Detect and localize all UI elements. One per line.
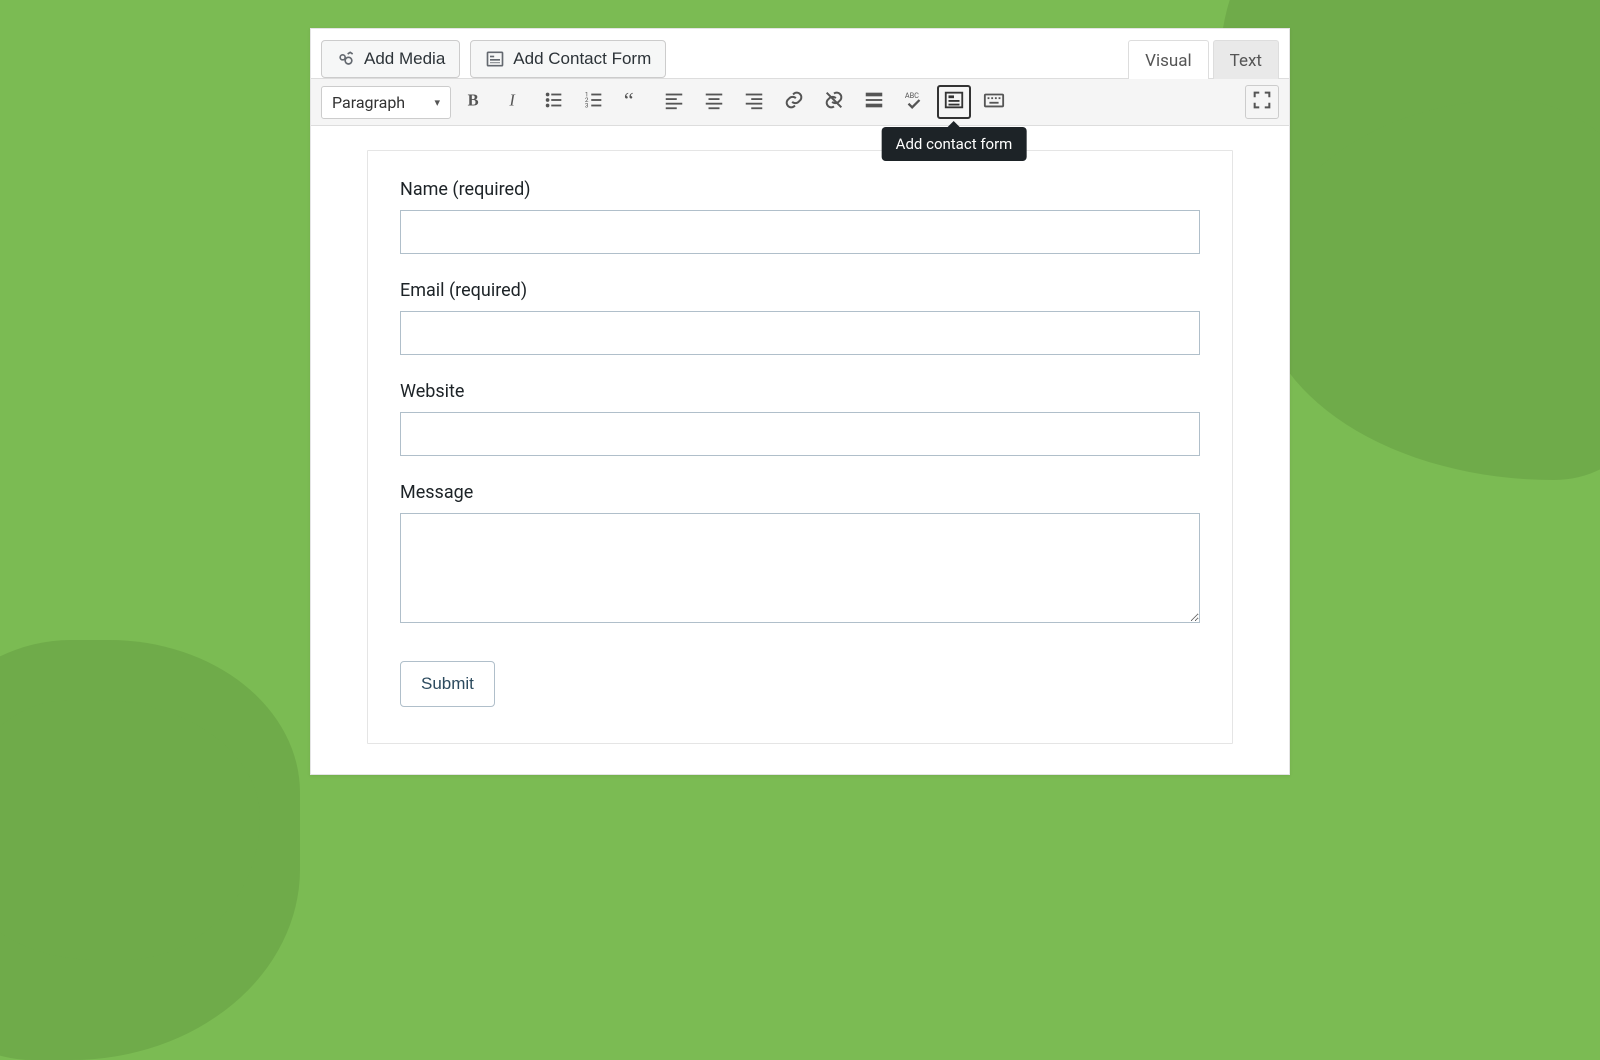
align-left-icon (663, 89, 685, 115)
numbered-list-button[interactable]: 123 (577, 85, 611, 119)
align-left-button[interactable] (657, 85, 691, 119)
align-right-icon (743, 89, 765, 115)
editor-tabs: Visual Text (1128, 40, 1279, 79)
unlink-icon (823, 89, 845, 115)
add-contact-form-button[interactable]: Add Contact Form (470, 40, 666, 78)
fullscreen-button[interactable] (1245, 85, 1279, 119)
contact-form-preview: Name (required) Email (required) Website… (367, 150, 1233, 744)
bullet-list-icon (543, 89, 565, 115)
add-media-button[interactable]: Add Media (321, 40, 460, 78)
tooltip-add-contact-form: Add contact form (882, 127, 1027, 161)
field-email: Email (required) (400, 280, 1200, 355)
toolbar-add-contact-form-button[interactable]: Add contact form (937, 85, 971, 119)
form-icon (485, 49, 505, 69)
svg-text:ABC: ABC (905, 91, 919, 100)
svg-text:3: 3 (585, 101, 589, 109)
bold-button[interactable]: B (457, 85, 491, 119)
toolbar-left-buttons: Add Media Add Contact Form (321, 40, 666, 78)
tab-text[interactable]: Text (1213, 40, 1279, 79)
contact-form-icon (943, 89, 965, 115)
label-message: Message (400, 482, 1200, 503)
keyboard-icon (983, 89, 1005, 115)
label-email: Email (required) (400, 280, 1200, 301)
align-center-icon (703, 89, 725, 115)
unlink-button[interactable] (817, 85, 851, 119)
input-email[interactable] (400, 311, 1200, 355)
spellcheck-button[interactable]: ABC (897, 85, 931, 119)
paragraph-select[interactable]: Paragraph (321, 86, 451, 119)
bullet-list-button[interactable] (537, 85, 571, 119)
input-message[interactable] (400, 513, 1200, 623)
input-name[interactable] (400, 210, 1200, 254)
insert-more-button[interactable] (857, 85, 891, 119)
link-button[interactable] (777, 85, 811, 119)
fullscreen-icon (1251, 89, 1273, 115)
align-center-button[interactable] (697, 85, 731, 119)
bold-icon: B (463, 89, 485, 115)
spellcheck-icon: ABC (903, 89, 925, 115)
quote-icon: “ (623, 89, 645, 115)
submit-wrap: Submit (400, 661, 1200, 707)
svg-text:“: “ (624, 89, 634, 111)
italic-icon: I (503, 89, 525, 115)
blockquote-button[interactable]: “ (617, 85, 651, 119)
media-icon (336, 49, 356, 69)
submit-button[interactable]: Submit (400, 661, 495, 707)
field-message: Message (400, 482, 1200, 627)
read-more-icon (863, 89, 885, 115)
field-name: Name (required) (400, 179, 1200, 254)
field-website: Website (400, 381, 1200, 456)
add-contact-form-label: Add Contact Form (513, 49, 651, 69)
label-website: Website (400, 381, 1200, 402)
svg-text:B: B (468, 91, 479, 110)
tab-visual[interactable]: Visual (1128, 40, 1208, 79)
italic-button[interactable]: I (497, 85, 531, 119)
top-toolbar: Add Media Add Contact Form Visual Text (311, 29, 1289, 79)
keyboard-button[interactable] (977, 85, 1011, 119)
editor-canvas: Name (required) Email (required) Website… (311, 126, 1289, 774)
add-media-label: Add Media (364, 49, 445, 69)
input-website[interactable] (400, 412, 1200, 456)
paragraph-select-label: Paragraph (332, 93, 405, 112)
editor-window: Add Media Add Contact Form Visual Text P… (310, 28, 1290, 775)
format-toolbar: Paragraph B I 123 “ (311, 79, 1289, 126)
numbered-list-icon: 123 (583, 89, 605, 115)
link-icon (783, 89, 805, 115)
align-right-button[interactable] (737, 85, 771, 119)
svg-text:I: I (508, 91, 516, 110)
label-name: Name (required) (400, 179, 1200, 200)
